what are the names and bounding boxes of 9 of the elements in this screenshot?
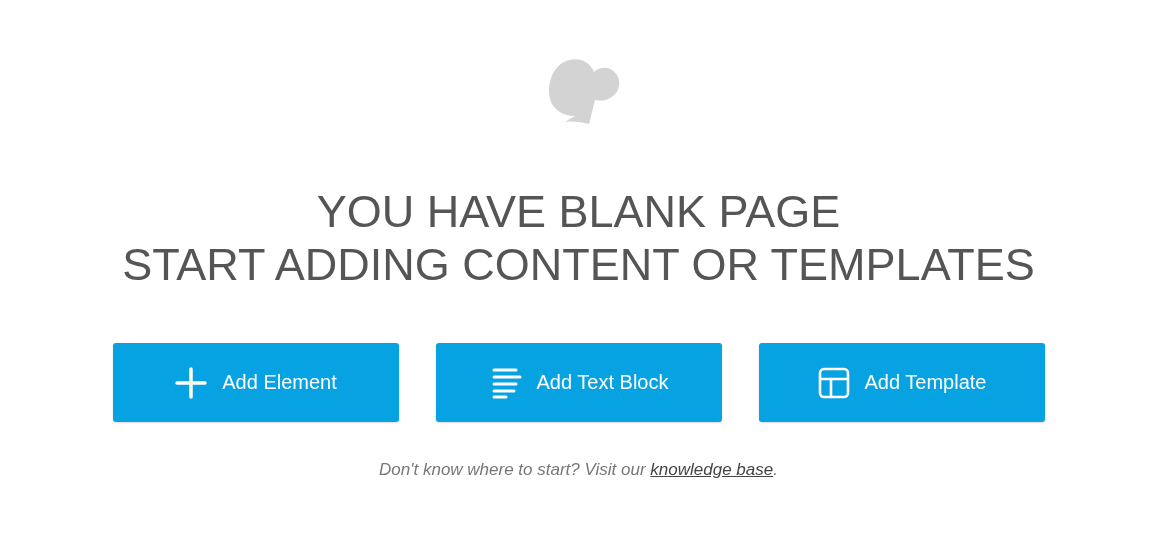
- plus-icon: [174, 365, 209, 400]
- knowledge-base-link[interactable]: knowledge base: [650, 460, 774, 479]
- add-button[interactable]: Add Text Block: [435, 343, 722, 422]
- heading-line: YOU HAVE BLANK PAGE: [316, 185, 841, 238]
- layout-icon: [816, 365, 851, 400]
- heading-line: START ADDING CONTENT OR TEMPLATES: [122, 238, 1035, 291]
- add-button[interactable]: Add Template: [758, 343, 1045, 422]
- help-text: Don't know where to start? Visit our knowledge base.: [379, 460, 778, 480]
- add-button[interactable]: Add Element: [112, 343, 399, 422]
